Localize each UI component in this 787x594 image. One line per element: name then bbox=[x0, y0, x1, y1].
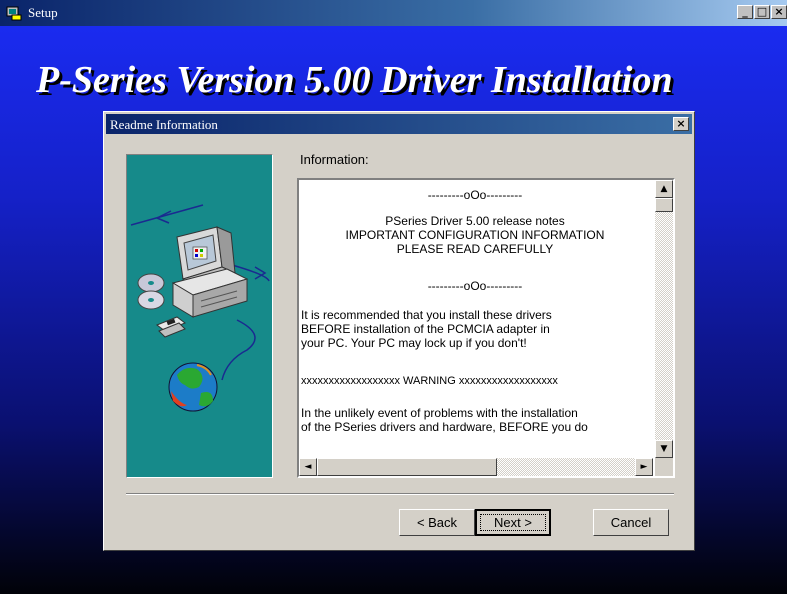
window-title: Setup bbox=[28, 5, 58, 20]
readme-line: xxxxxxxxxxxxxxxxxx WARNING xxxxxxxxxxxxx… bbox=[301, 375, 558, 387]
vertical-scrollbar[interactable]: ▲ ▼ bbox=[655, 180, 673, 458]
readme-line: ---------oOo--------- bbox=[427, 279, 523, 293]
readme-line: PLEASE READ CAREFULLY bbox=[396, 242, 554, 256]
focus-rectangle bbox=[480, 514, 546, 531]
button-separator bbox=[126, 493, 674, 495]
scroll-down-button[interactable]: ▼ bbox=[655, 440, 673, 458]
computer-cd-globe-illustration bbox=[130, 204, 270, 412]
readme-content[interactable]: ---------oOo--------- PSeries Driver 5.0… bbox=[301, 180, 649, 452]
setup-illustration bbox=[126, 154, 273, 478]
next-button[interactable]: Next > bbox=[475, 509, 551, 536]
cancel-button[interactable]: Cancel bbox=[593, 509, 669, 536]
readme-line: It is recommended that you install these… bbox=[301, 308, 552, 322]
information-label: Information: bbox=[300, 152, 369, 167]
scrollbar-corner bbox=[655, 458, 673, 476]
scroll-up-button[interactable]: ▲ bbox=[655, 180, 673, 198]
readme-line: of the PSeries drivers and hardware, BEF… bbox=[301, 420, 588, 434]
dialog-title: Readme Information bbox=[110, 117, 218, 132]
setup-app-icon bbox=[6, 6, 22, 21]
readme-line: ---------oOo--------- bbox=[427, 188, 523, 202]
scroll-left-button[interactable]: ◄ bbox=[299, 458, 317, 476]
minimize-button[interactable]: _ bbox=[737, 5, 753, 19]
readme-line: your PC. Your PC may lock up if you don'… bbox=[301, 336, 527, 350]
readme-textbox[interactable]: ---------oOo--------- PSeries Driver 5.0… bbox=[297, 178, 675, 478]
readme-line: IMPORTANT CONFIGURATION INFORMATION bbox=[345, 228, 605, 242]
horizontal-scrollbar[interactable]: ◄ ► bbox=[299, 458, 653, 476]
dialog-close-button[interactable]: × bbox=[673, 117, 689, 131]
readme-dialog: Readme Information × Information: ------… bbox=[103, 111, 695, 551]
close-button[interactable]: × bbox=[771, 5, 787, 19]
readme-line: In the unlikely event of problems with t… bbox=[301, 406, 578, 420]
banner-title: P-Series Version 5.00 Driver Installatio… bbox=[36, 59, 673, 101]
readme-line: BEFORE installation of the PCMCIA adapte… bbox=[301, 322, 550, 336]
horizontal-scroll-thumb[interactable] bbox=[317, 458, 497, 476]
maximize-button[interactable]: □ bbox=[754, 5, 770, 19]
vertical-scroll-thumb[interactable] bbox=[655, 198, 673, 212]
readme-line: PSeries Driver 5.00 release notes bbox=[385, 214, 565, 228]
scroll-right-button[interactable]: ► bbox=[635, 458, 653, 476]
back-button[interactable]: < Back bbox=[399, 509, 475, 536]
dialog-titlebar[interactable]: Readme Information × bbox=[106, 114, 692, 134]
window-titlebar[interactable]: Setup _ □ × bbox=[0, 0, 787, 26]
